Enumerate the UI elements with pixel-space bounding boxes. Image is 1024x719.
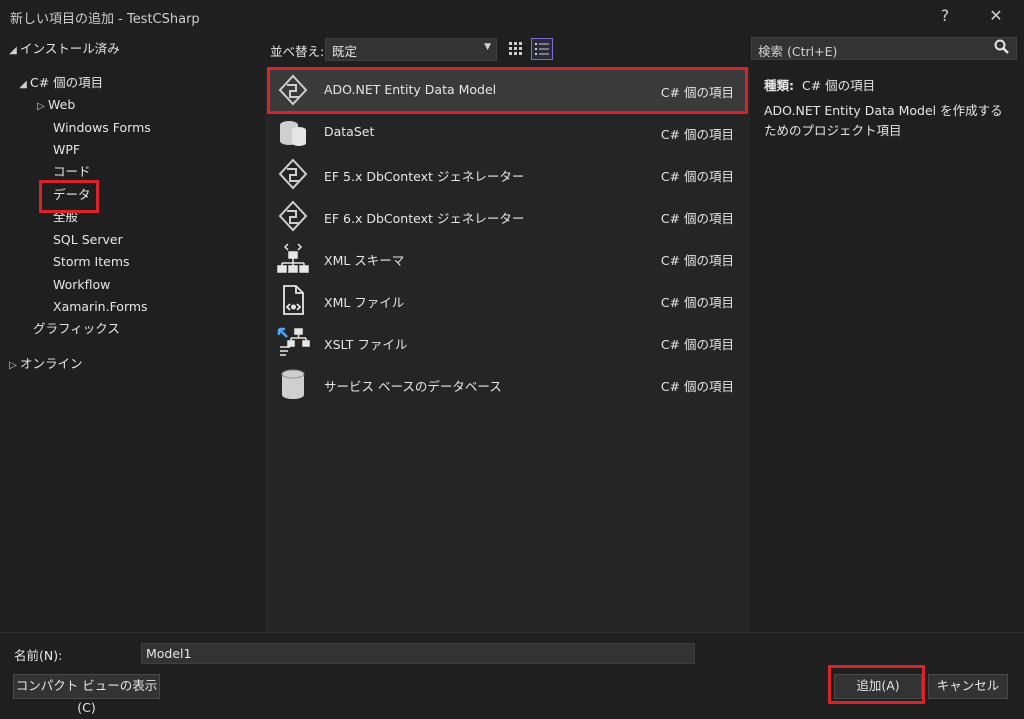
dbcontext-generator-icon	[276, 157, 310, 191]
template-name: サービス ベースのデータベース	[324, 379, 502, 394]
template-name: EF 6.x DbContext ジェネレーター	[324, 211, 525, 226]
template-highlight-box	[267, 67, 748, 114]
data-highlight-box	[39, 180, 99, 213]
template-category: C# 個の項目	[660, 253, 734, 268]
template-name: XSLT ファイル	[324, 337, 408, 352]
template-category: C# 個の項目	[660, 211, 734, 226]
details-description: ADO.NET Entity Data Model を作成するためのプロジェクト…	[764, 103, 1003, 138]
add-highlight-box	[828, 665, 925, 704]
chevron-down-icon: ▼	[484, 42, 491, 52]
name-label: 名前(N):	[14, 648, 63, 663]
template-name: XML スキーマ	[324, 253, 405, 268]
tree-installed[interactable]: ◢ インストール済み	[6, 40, 120, 60]
category-tree: ◢ インストール済み ◢ C# 個の項目 ▷ Web Windows Forms WP…	[0, 32, 265, 632]
tree-item-wpf[interactable]: WPF	[53, 141, 80, 159]
window-title: 新しい項目の追加 - TestCSharp	[10, 12, 200, 27]
tree-item-web[interactable]: ▷ Web	[34, 96, 75, 116]
search-input[interactable]: 検索 (Ctrl+E)	[751, 37, 1017, 60]
template-name: EF 5.x DbContext ジェネレーター	[324, 169, 525, 184]
xslt-file-icon	[276, 325, 310, 359]
list-view-icon	[535, 43, 549, 55]
template-row-xslt-file[interactable]: XSLT ファイル C# 個の項目	[268, 321, 746, 363]
details-type: 種類: C# 個の項目	[764, 75, 875, 94]
caret-right-icon: ▷	[37, 101, 45, 112]
name-input[interactable]	[141, 643, 695, 664]
tree-item-windows-forms[interactable]: Windows Forms	[53, 119, 151, 137]
details-type-label: 種類:	[764, 78, 794, 93]
tree-item-code[interactable]: コード	[53, 163, 91, 181]
template-row-xml-schema[interactable]: XML スキーマ C# 個の項目	[268, 237, 746, 279]
help-button[interactable]: ?	[931, 4, 959, 28]
template-category: C# 個の項目	[660, 169, 734, 184]
template-row-ef5-dbcontext[interactable]: EF 5.x DbContext ジェネレーター C# 個の項目	[268, 153, 746, 195]
template-row-ef6-dbcontext[interactable]: EF 6.x DbContext ジェネレーター C# 個の項目	[268, 195, 746, 237]
database-icon	[276, 367, 310, 401]
template-category: C# 個の項目	[660, 295, 734, 310]
template-name: XML ファイル	[324, 295, 405, 310]
list-view-button[interactable]	[531, 38, 553, 60]
tree-item-workflow[interactable]: Workflow	[53, 276, 110, 294]
template-category: C# 個の項目	[660, 337, 734, 352]
xml-schema-icon	[276, 241, 310, 275]
grid-view-button[interactable]	[505, 38, 527, 60]
sort-label: 並べ替え:	[270, 44, 325, 59]
tree-item-storm-items[interactable]: Storm Items	[53, 253, 130, 271]
tree-item-sql-server[interactable]: SQL Server	[53, 231, 123, 249]
tree-online[interactable]: ▷ オンライン	[6, 355, 82, 375]
cancel-button[interactable]: キャンセル	[928, 674, 1008, 699]
compact-view-button[interactable]: コンパクト ビューの表示(C)	[13, 674, 160, 715]
details-type-value: C# 個の項目	[801, 78, 876, 93]
caret-down-icon: ◢	[19, 79, 27, 90]
template-row-xml-file[interactable]: XML ファイル C# 個の項目	[268, 279, 746, 321]
template-name: DataSet	[324, 124, 375, 139]
template-row-service-database[interactable]: サービス ベースのデータベース C# 個の項目	[268, 363, 746, 405]
tree-csharp-items[interactable]: ◢ C# 個の項目	[16, 74, 103, 94]
close-button[interactable]: ✕	[982, 4, 1010, 28]
caret-down-icon: ◢	[9, 45, 17, 56]
dataset-icon	[276, 115, 310, 149]
search-placeholder: 検索 (Ctrl+E)	[758, 44, 838, 59]
dbcontext-generator-icon	[276, 199, 310, 233]
template-category: C# 個の項目	[660, 379, 734, 394]
grid-view-icon	[509, 42, 522, 55]
xml-file-icon	[276, 283, 310, 317]
tree-item-xamarin-forms[interactable]: Xamarin.Forms	[53, 298, 148, 316]
tree-item-graphics[interactable]: グラフィックス	[33, 320, 120, 338]
template-category: C# 個の項目	[660, 127, 734, 142]
search-icon	[994, 39, 1010, 59]
caret-right-icon: ▷	[9, 360, 17, 371]
sort-dropdown[interactable]: 既定 ▼	[325, 38, 497, 61]
sort-value: 既定	[332, 44, 358, 59]
template-row-dataset[interactable]: DataSet C# 個の項目	[268, 111, 746, 153]
